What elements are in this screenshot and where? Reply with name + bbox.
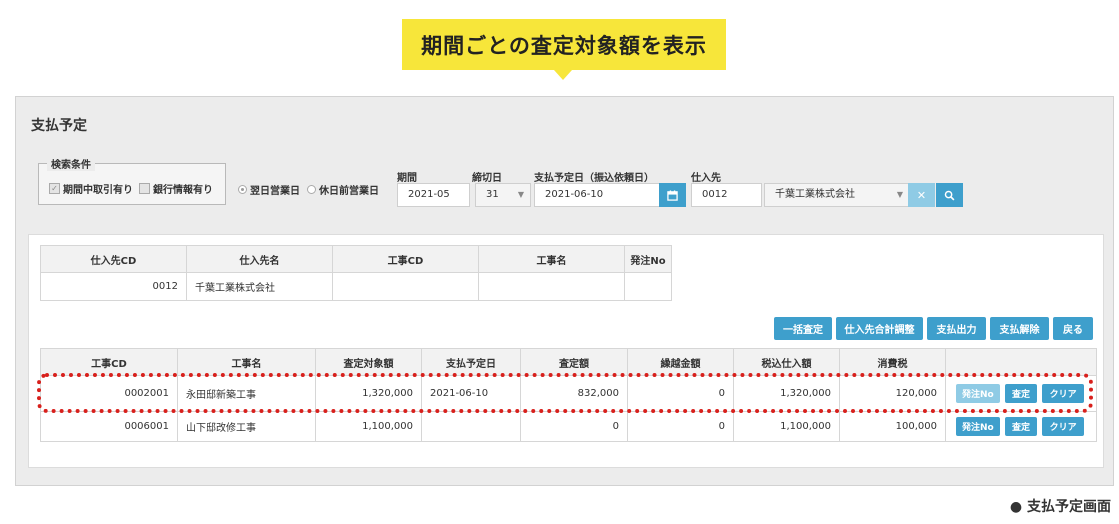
column-header: 査定対象額	[315, 348, 422, 376]
table-cell: 1,100,000	[733, 411, 840, 442]
table-cell: 100,000	[839, 411, 946, 442]
column-header: 税込仕入額	[733, 348, 840, 376]
table-cell	[332, 272, 479, 301]
row-actions: 発注No 査定 クリア	[945, 411, 1097, 442]
calendar-button[interactable]	[659, 183, 686, 207]
clear-supplier-button[interactable]: ✕	[908, 183, 935, 207]
chevron-down-icon: ▼	[896, 190, 903, 199]
table-cell: 0002001	[40, 375, 178, 412]
table-cell: 1,100,000	[315, 411, 422, 442]
closing-day-value: 31	[486, 189, 499, 200]
close-icon: ✕	[916, 188, 927, 202]
table-cell: 0	[627, 411, 734, 442]
closing-day-select[interactable]: 31 ▼	[475, 183, 531, 207]
supplier-total-adjust-button[interactable]: 仕入先合計調整	[836, 317, 923, 340]
closing-day-label: 締切日	[472, 173, 502, 184]
table-cell: 1,320,000	[315, 375, 422, 412]
payment-output-button[interactable]: 支払出力	[927, 317, 986, 340]
table-row: 0012 千葉工業株式会社	[40, 272, 672, 301]
column-header: 工事名	[177, 348, 316, 376]
clear-button[interactable]: クリア	[1042, 384, 1085, 403]
column-header: 支払予定日	[421, 348, 521, 376]
row-actions: 発注No 査定 クリア	[945, 375, 1097, 412]
clear-button[interactable]: クリア	[1042, 417, 1085, 436]
table-cell: 千葉工業株式会社	[186, 272, 333, 301]
table-cell: 1,320,000	[733, 375, 840, 412]
table-cell	[421, 411, 521, 442]
period-label: 期間	[397, 173, 417, 184]
table-cell: 2021-06-10	[421, 375, 521, 412]
radio-icon	[307, 185, 316, 194]
table-cell: 120,000	[839, 375, 946, 412]
table-cell: 0	[627, 375, 734, 412]
callout-pointer	[554, 70, 572, 80]
table-row: 0006001 山下邸改修工事 1,100,000 0 0 1,100,000 …	[40, 411, 1097, 442]
search-conditions-legend: 検索条件	[47, 156, 95, 171]
table-cell: 832,000	[520, 375, 628, 412]
table-cell	[624, 272, 672, 301]
column-header: 工事CD	[40, 348, 178, 376]
table-row: 0002001 永田邸新築工事 1,320,000 2021-06-10 832…	[40, 375, 1097, 412]
supplier-code-input[interactable]: 0012	[691, 183, 762, 207]
column-header: 発注No	[624, 245, 672, 273]
column-header: 工事CD	[332, 245, 479, 273]
checkbox-checked-icon: ✓	[49, 183, 60, 194]
payment-cancel-button[interactable]: 支払解除	[990, 317, 1049, 340]
supplier-name-select[interactable]: 千葉工業株式会社 ▼	[764, 183, 910, 207]
order-number-button[interactable]: 発注No	[955, 417, 1000, 436]
column-header: 繰越金額	[627, 348, 734, 376]
detail-table-header: 工事CD 工事名 査定対象額 支払予定日 査定額 繰越金額 税込仕入額 消費税	[40, 348, 1097, 376]
column-header: 仕入先CD	[40, 245, 187, 273]
bulk-assess-button[interactable]: 一括査定	[774, 317, 832, 340]
order-number-button[interactable]: 発注No	[955, 384, 1000, 403]
table-cell: 0006001	[40, 411, 178, 442]
column-header: 消費税	[839, 348, 946, 376]
next-business-day-label: 翌日営業日	[250, 186, 300, 197]
prev-business-day-label: 休日前営業日	[319, 186, 379, 197]
supplier-name-value: 千葉工業株式会社	[775, 189, 855, 200]
period-input[interactable]: 2021-05	[397, 183, 470, 207]
column-header: 査定額	[520, 348, 628, 376]
payment-schedule-window: 支払予定 検索条件 ✓ 期間中取引有り 銀行情報有り 翌日営業日 休日前営業日 …	[15, 96, 1114, 486]
assess-button[interactable]: 査定	[1005, 384, 1037, 403]
calendar-icon	[667, 189, 678, 201]
table-cell: 山下邸改修工事	[177, 411, 316, 442]
table-cell	[478, 272, 625, 301]
page-title: 支払予定	[31, 118, 87, 134]
payment-date-label: 支払予定日（振込依頼日）	[534, 173, 654, 184]
checkbox-icon	[139, 183, 150, 194]
search-icon	[944, 190, 955, 200]
supplier-table-header: 仕入先CD 仕入先名 工事CD 工事名 発注No	[40, 245, 672, 273]
next-business-day-radio[interactable]: 翌日営業日	[238, 182, 300, 197]
period-transaction-label: 期間中取引有り	[63, 185, 133, 196]
figure-caption: ● 支払予定画面	[1009, 499, 1111, 515]
supplier-table: 仕入先CD 仕入先名 工事CD 工事名 発注No 0012 千葉工業株式会社	[40, 245, 672, 301]
back-button[interactable]: 戻る	[1053, 317, 1093, 340]
column-header: 工事名	[478, 245, 625, 273]
radio-selected-icon	[238, 185, 247, 194]
bank-info-checkbox[interactable]: 銀行情報有り	[139, 181, 213, 196]
period-transaction-checkbox[interactable]: ✓ 期間中取引有り	[49, 181, 133, 196]
table-cell: 永田邸新築工事	[177, 375, 316, 412]
supplier-label: 仕入先	[691, 173, 721, 184]
payment-date-input[interactable]: 2021-06-10	[534, 183, 660, 207]
assess-button[interactable]: 査定	[1005, 417, 1037, 436]
table-cell: 0	[520, 411, 628, 442]
callout-text: 期間ごとの査定対象額を表示	[421, 33, 707, 58]
search-button[interactable]	[936, 183, 963, 207]
prev-business-day-radio[interactable]: 休日前営業日	[307, 182, 379, 197]
bank-info-label: 銀行情報有り	[153, 185, 213, 196]
search-conditions-group: 検索条件 ✓ 期間中取引有り 銀行情報有り	[38, 156, 226, 205]
table-cell: 0012	[40, 272, 187, 301]
chevron-down-icon: ▼	[517, 190, 524, 199]
callout-banner: 期間ごとの査定対象額を表示	[402, 19, 726, 70]
column-header: 仕入先名	[186, 245, 333, 273]
column-header	[945, 348, 1097, 376]
detail-table: 工事CD 工事名 査定対象額 支払予定日 査定額 繰越金額 税込仕入額 消費税 …	[40, 348, 1097, 442]
results-panel: 仕入先CD 仕入先名 工事CD 工事名 発注No 0012 千葉工業株式会社 一…	[28, 234, 1104, 468]
